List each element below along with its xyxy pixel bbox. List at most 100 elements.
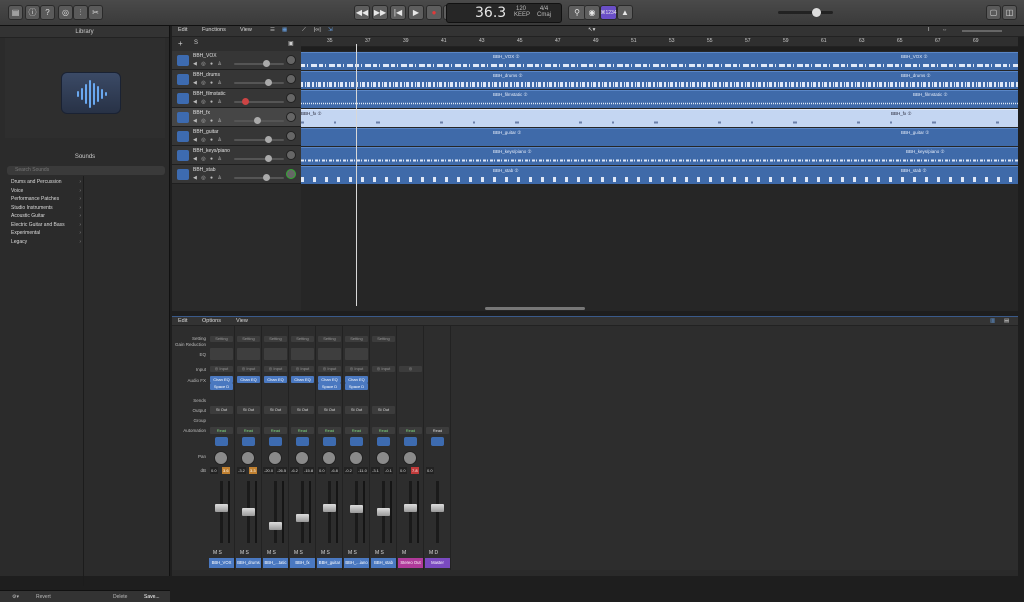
horizontal-zoom-icon[interactable]: ⇔ (942, 27, 948, 33)
automation-read-button[interactable]: Read (264, 427, 287, 434)
fader-cap[interactable] (215, 504, 228, 512)
setting-slot[interactable]: Setting (345, 336, 368, 342)
track-header[interactable]: BBH_drums ◀ ◎ ● ♙ (172, 70, 301, 89)
metronome-icon[interactable]: ▲ (617, 5, 633, 20)
audio-fx-slot[interactable]: Chan EQ (237, 376, 260, 383)
channel-name[interactable]: BBH_drums (236, 558, 261, 568)
go-to-start-icon[interactable]: |◀ (390, 5, 406, 20)
pointer-tool-icon[interactable]: ↖▾ (588, 27, 595, 33)
eq-thumbnail[interactable] (318, 348, 341, 360)
fader-cap[interactable] (404, 504, 417, 512)
mute-solo-controls[interactable]: ◀ ◎ ● ♙ (193, 118, 223, 124)
eq-thumbnail[interactable] (264, 348, 287, 360)
mute-solo-controls[interactable]: ◀ ◎ ● ♙ (193, 137, 223, 143)
category-item[interactable]: Electric Guitar and Bass (5, 221, 83, 230)
setting-slot[interactable]: Setting (372, 336, 395, 342)
solo-icon[interactable]: ◉ (584, 5, 600, 20)
delete-button[interactable]: Delete (113, 594, 127, 600)
volume-fader[interactable] (274, 481, 277, 543)
audio-region[interactable]: BBH_fx ② BBH_fx ② (301, 109, 1018, 127)
mute-solo-controls[interactable]: ◀ ◎ ● ♙ (193, 61, 223, 67)
inspector-icon[interactable]: ⓘ (25, 5, 40, 20)
pan-knob[interactable] (286, 131, 296, 141)
volume-fader[interactable] (409, 481, 412, 543)
pan-knob[interactable] (241, 451, 255, 465)
automation-icon[interactable]: ⟋ (302, 27, 306, 34)
mixer-options-menu[interactable]: Options (202, 318, 221, 324)
fader-cap[interactable] (350, 505, 363, 513)
audio-region[interactable]: BBH_filmstatic ② BBH_filmstatic ② (301, 90, 1018, 108)
category-item[interactable]: Performance Patches (5, 195, 83, 204)
automation-read-button[interactable]: Read (399, 427, 422, 434)
arrange-area[interactable]: BBH_VOX ② BBH_VOX ② BBH_drums ② BBH_drum… (301, 51, 1018, 311)
pan-knob[interactable] (286, 74, 296, 84)
mute-solo-buttons[interactable]: M S (348, 550, 357, 556)
mixer-edit-menu[interactable]: Edit (178, 318, 187, 324)
eq-thumbnail[interactable] (291, 348, 314, 360)
audio-fx-slot[interactable]: Space D (345, 383, 368, 390)
catch-icon[interactable]: ⇲ (328, 27, 333, 33)
pan-knob[interactable] (268, 451, 282, 465)
notepad-icon[interactable]: ▢ (986, 5, 1001, 20)
channel-name[interactable]: Stereo Out (398, 558, 423, 568)
mute-solo-controls[interactable]: ◀ ◎ ● ♙ (193, 156, 223, 162)
editors-icon[interactable]: ✂ (88, 5, 103, 20)
fast-forward-icon[interactable]: ▶▶ (372, 5, 388, 20)
mute-button[interactable]: M (402, 550, 406, 556)
channel-name[interactable]: BBH_VOX (209, 558, 234, 568)
track-header[interactable]: BBH_guitar ◀ ◎ ● ♙ (172, 127, 301, 146)
output-slot[interactable]: St Out (372, 406, 395, 414)
track-volume-slider[interactable] (234, 79, 284, 86)
pan-knob[interactable] (376, 451, 390, 465)
setting-slot[interactable]: Setting (237, 336, 260, 342)
fader-cap[interactable] (269, 522, 282, 530)
channel-name[interactable]: BBH_guitar (317, 558, 342, 568)
volume-fader[interactable] (436, 481, 439, 543)
mute-dim-buttons[interactable]: M D (429, 550, 438, 556)
channel-name[interactable]: BBH_stab (371, 558, 396, 568)
track-volume-slider[interactable] (234, 155, 284, 162)
pan-knob[interactable] (322, 451, 336, 465)
automation-read-button[interactable]: Read (426, 427, 449, 434)
fader-cap[interactable] (242, 508, 255, 516)
loop-browser-icon[interactable]: ◫ (1002, 5, 1017, 20)
fader-cap[interactable] (323, 504, 336, 512)
channel-name[interactable]: Master (425, 558, 450, 568)
flex-icon[interactable]: |∞| (314, 27, 321, 33)
track-volume-slider[interactable] (234, 98, 284, 105)
setting-slot[interactable]: Setting (318, 336, 341, 342)
output-slot[interactable]: St Out (264, 406, 287, 414)
track-header[interactable]: BBH_filmstatic ◀ ◎ ● ♙ (172, 89, 301, 108)
audio-fx-slot[interactable]: Chan EQ (318, 376, 341, 383)
functions-menu[interactable]: Functions (202, 27, 226, 33)
input-slot[interactable]: ◎ Input (237, 366, 260, 372)
output-slot[interactable]: St Out (291, 406, 314, 414)
output-slot[interactable]: St Out (318, 406, 341, 414)
category-item[interactable]: Experimental (5, 229, 83, 238)
single-view-icon[interactable]: ▥ (990, 318, 995, 324)
audio-fx-slot[interactable]: Space D (318, 383, 341, 390)
category-item[interactable]: Voice (5, 187, 83, 196)
automation-read-button[interactable]: Read (210, 427, 233, 434)
play-icon[interactable]: ▶ (408, 5, 424, 20)
track-volume-slider[interactable] (234, 60, 284, 67)
setting-slot[interactable]: Setting (210, 336, 233, 342)
list-view-icon[interactable]: ☰ (270, 27, 275, 33)
audio-fx-slot[interactable]: Chan EQ (210, 376, 233, 383)
setting-slot[interactable]: Setting (264, 336, 287, 342)
pan-knob[interactable] (295, 451, 309, 465)
audio-region[interactable]: BBH_stab ② BBH_stab ② (301, 166, 1018, 184)
audio-region[interactable]: BBH_keys/piano ② BBH_keys/piano ② (301, 147, 1018, 165)
mute-solo-buttons[interactable]: M S (375, 550, 384, 556)
rewind-icon[interactable]: ◀◀ (354, 5, 370, 20)
master-volume-slider[interactable] (778, 8, 833, 17)
automation-read-button[interactable]: Read (345, 427, 368, 434)
zoom-slider[interactable] (962, 30, 1002, 32)
input-slot[interactable]: ◎ Input (318, 366, 341, 372)
category-item[interactable]: Studio Instruments (5, 204, 83, 213)
all-view-icon[interactable]: ▤ (1004, 318, 1009, 324)
revert-button[interactable]: Revert (36, 594, 51, 600)
edit-menu[interactable]: Edit (178, 27, 187, 33)
track-volume-slider[interactable] (234, 136, 284, 143)
help-icon[interactable]: ? (40, 5, 55, 20)
